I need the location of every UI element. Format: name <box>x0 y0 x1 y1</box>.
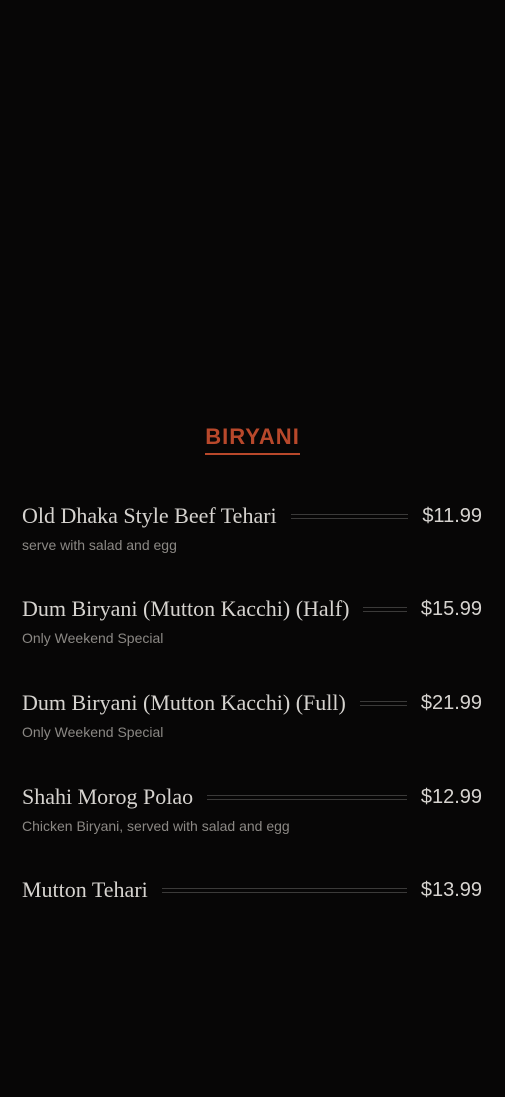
menu-item-row: Shahi Morog Polao $12.99 <box>22 782 482 812</box>
dotted-leader <box>161 887 407 893</box>
menu-item-price: $13.99 <box>420 878 482 901</box>
menu-item: Mutton Tehari $13.99 <box>22 875 482 905</box>
dotted-leader <box>363 606 407 612</box>
menu-item-row: Dum Biryani (Mutton Kacchi) (Half) $15.9… <box>22 594 482 624</box>
menu-item: Shahi Morog Polao $12.99 Chicken Biryani… <box>22 782 482 834</box>
menu-item: Dum Biryani (Mutton Kacchi) (Full) $21.9… <box>22 688 482 740</box>
menu-item-description: Chicken Biryani, served with salad and e… <box>22 818 290 834</box>
menu-item-price: $21.99 <box>420 691 482 714</box>
menu-item-price: $11.99 <box>422 504 482 527</box>
dotted-leader <box>207 794 407 800</box>
menu-item: Old Dhaka Style Beef Tehari $11.99 serve… <box>22 501 482 553</box>
menu-page: BIRYANI Old Dhaka Style Beef Tehari $11.… <box>0 0 505 1097</box>
menu-item-description: Only Weekend Special <box>22 630 164 646</box>
menu-item-name: Shahi Morog Polao <box>22 784 194 809</box>
menu-item-name: Dum Biryani (Mutton Kacchi) (Half) <box>22 596 350 621</box>
menu-item-description: serve with salad and egg <box>22 537 177 553</box>
dotted-leader <box>359 700 407 706</box>
dotted-leader <box>290 513 409 519</box>
section-heading: BIRYANI <box>0 424 505 455</box>
menu-item-row: Old Dhaka Style Beef Tehari $11.99 <box>22 501 482 531</box>
menu-item-row: Dum Biryani (Mutton Kacchi) (Full) $21.9… <box>22 688 482 718</box>
menu-item-description: Only Weekend Special <box>22 724 164 740</box>
menu-item-price: $15.99 <box>420 597 482 620</box>
menu-item-name: Old Dhaka Style Beef Tehari <box>22 503 277 528</box>
menu-item-row: Mutton Tehari $13.99 <box>22 875 482 905</box>
menu-item-name: Dum Biryani (Mutton Kacchi) (Full) <box>22 690 346 715</box>
menu-item: Dum Biryani (Mutton Kacchi) (Half) $15.9… <box>22 594 482 646</box>
menu-item-name: Mutton Tehari <box>22 877 148 902</box>
section-title: BIRYANI <box>205 424 300 455</box>
menu-item-price: $12.99 <box>420 785 482 808</box>
